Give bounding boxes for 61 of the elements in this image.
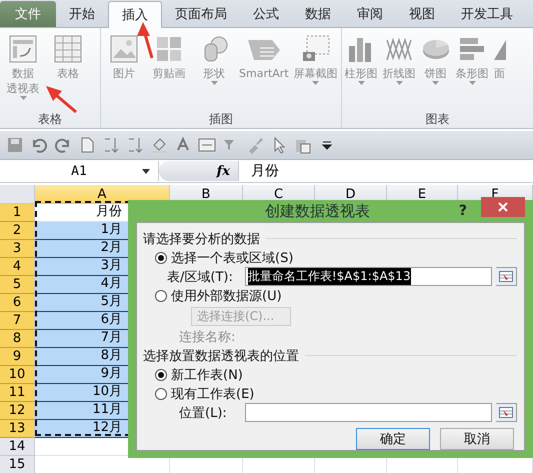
close-button[interactable] — [481, 197, 525, 217]
ribbon-tab[interactable]: 视图 — [396, 1, 448, 27]
redo-icon[interactable] — [54, 136, 72, 154]
row-header[interactable]: 1 — [0, 204, 35, 222]
radio-button[interactable] — [155, 388, 167, 400]
group-label: 表格 — [37, 111, 63, 128]
radio-label: 选择一个表或区域(S) — [171, 250, 294, 266]
help-button[interactable]: ? — [458, 203, 467, 219]
field-label: 连接名称: — [179, 328, 236, 346]
row-header[interactable]: 12 — [0, 402, 35, 420]
row-header[interactable]: 11 — [0, 384, 35, 402]
range-picker-button[interactable] — [496, 267, 517, 286]
radio-button[interactable] — [155, 290, 167, 302]
insert-function-button[interactable]: fx — [216, 164, 230, 178]
row-header[interactable]: 2 — [0, 222, 35, 240]
field-label: 表/区域(T): — [167, 268, 233, 286]
annotation-arrow — [46, 86, 77, 114]
ok-button[interactable]: 确定 — [356, 428, 430, 450]
radio-button[interactable] — [155, 368, 167, 380]
range-picker-button[interactable] — [496, 403, 517, 422]
row-header[interactable]: 5 — [0, 276, 35, 294]
close-icon — [498, 202, 508, 212]
radio-button[interactable] — [155, 252, 167, 264]
annotation-arrow — [137, 22, 154, 58]
row-header[interactable]: 13 — [0, 420, 35, 438]
ribbon-tab[interactable]: 审阅 — [344, 1, 396, 27]
row-header[interactable]: 8 — [0, 330, 35, 348]
ribbon-tab[interactable]: 页面布局 — [162, 1, 240, 27]
row-header[interactable]: 3 — [0, 240, 35, 258]
row-header[interactable]: 9 — [0, 348, 35, 366]
radio-label: 使用外部数据源(U) — [171, 288, 282, 304]
row-header[interactable]: 4 — [0, 258, 35, 276]
ribbon-tab[interactable]: 数据 — [292, 1, 344, 27]
radio-label: 新工作表(N) — [171, 366, 243, 384]
save-icon[interactable] — [6, 136, 24, 154]
group-label: 图表 — [424, 111, 450, 128]
row-header[interactable]: 6 — [0, 294, 35, 312]
dialog-title: 创建数据透视表 — [264, 202, 371, 220]
file-tab[interactable]: 文件 — [0, 1, 56, 27]
ribbon-tab[interactable]: 插入 — [108, 1, 162, 28]
row-header[interactable]: 7 — [0, 312, 35, 330]
row-header[interactable]: 10 — [0, 366, 35, 384]
fill-color-icon[interactable] — [150, 136, 168, 154]
row-header[interactable]: 14 — [0, 438, 35, 456]
name-box[interactable]: A1 — [0, 161, 159, 181]
range-field[interactable]: 批量命名工作表!$A$1:$A$13 — [244, 267, 492, 286]
row-header[interactable]: 15 — [0, 456, 35, 473]
radio-label: 现有工作表(E) — [171, 386, 254, 402]
formula-content[interactable]: 月份 — [239, 162, 279, 180]
sort-descending-icon[interactable] — [126, 136, 144, 154]
caret-icon[interactable] — [142, 169, 150, 174]
ribbon-tab[interactable]: 公式 — [240, 1, 292, 27]
undo-icon[interactable] — [30, 136, 48, 154]
field-label: 位置(L): — [179, 404, 227, 422]
location-field[interactable] — [244, 403, 492, 422]
merge-cells-icon[interactable] — [198, 136, 216, 154]
cancel-button[interactable]: 取消 — [440, 428, 514, 450]
ribbon-tab[interactable]: 开发工具 — [448, 1, 526, 27]
sort-ascending-icon[interactable] — [102, 136, 120, 154]
ribbon-tab[interactable]: 开始 — [56, 1, 108, 27]
group-label: 插图 — [208, 111, 234, 128]
